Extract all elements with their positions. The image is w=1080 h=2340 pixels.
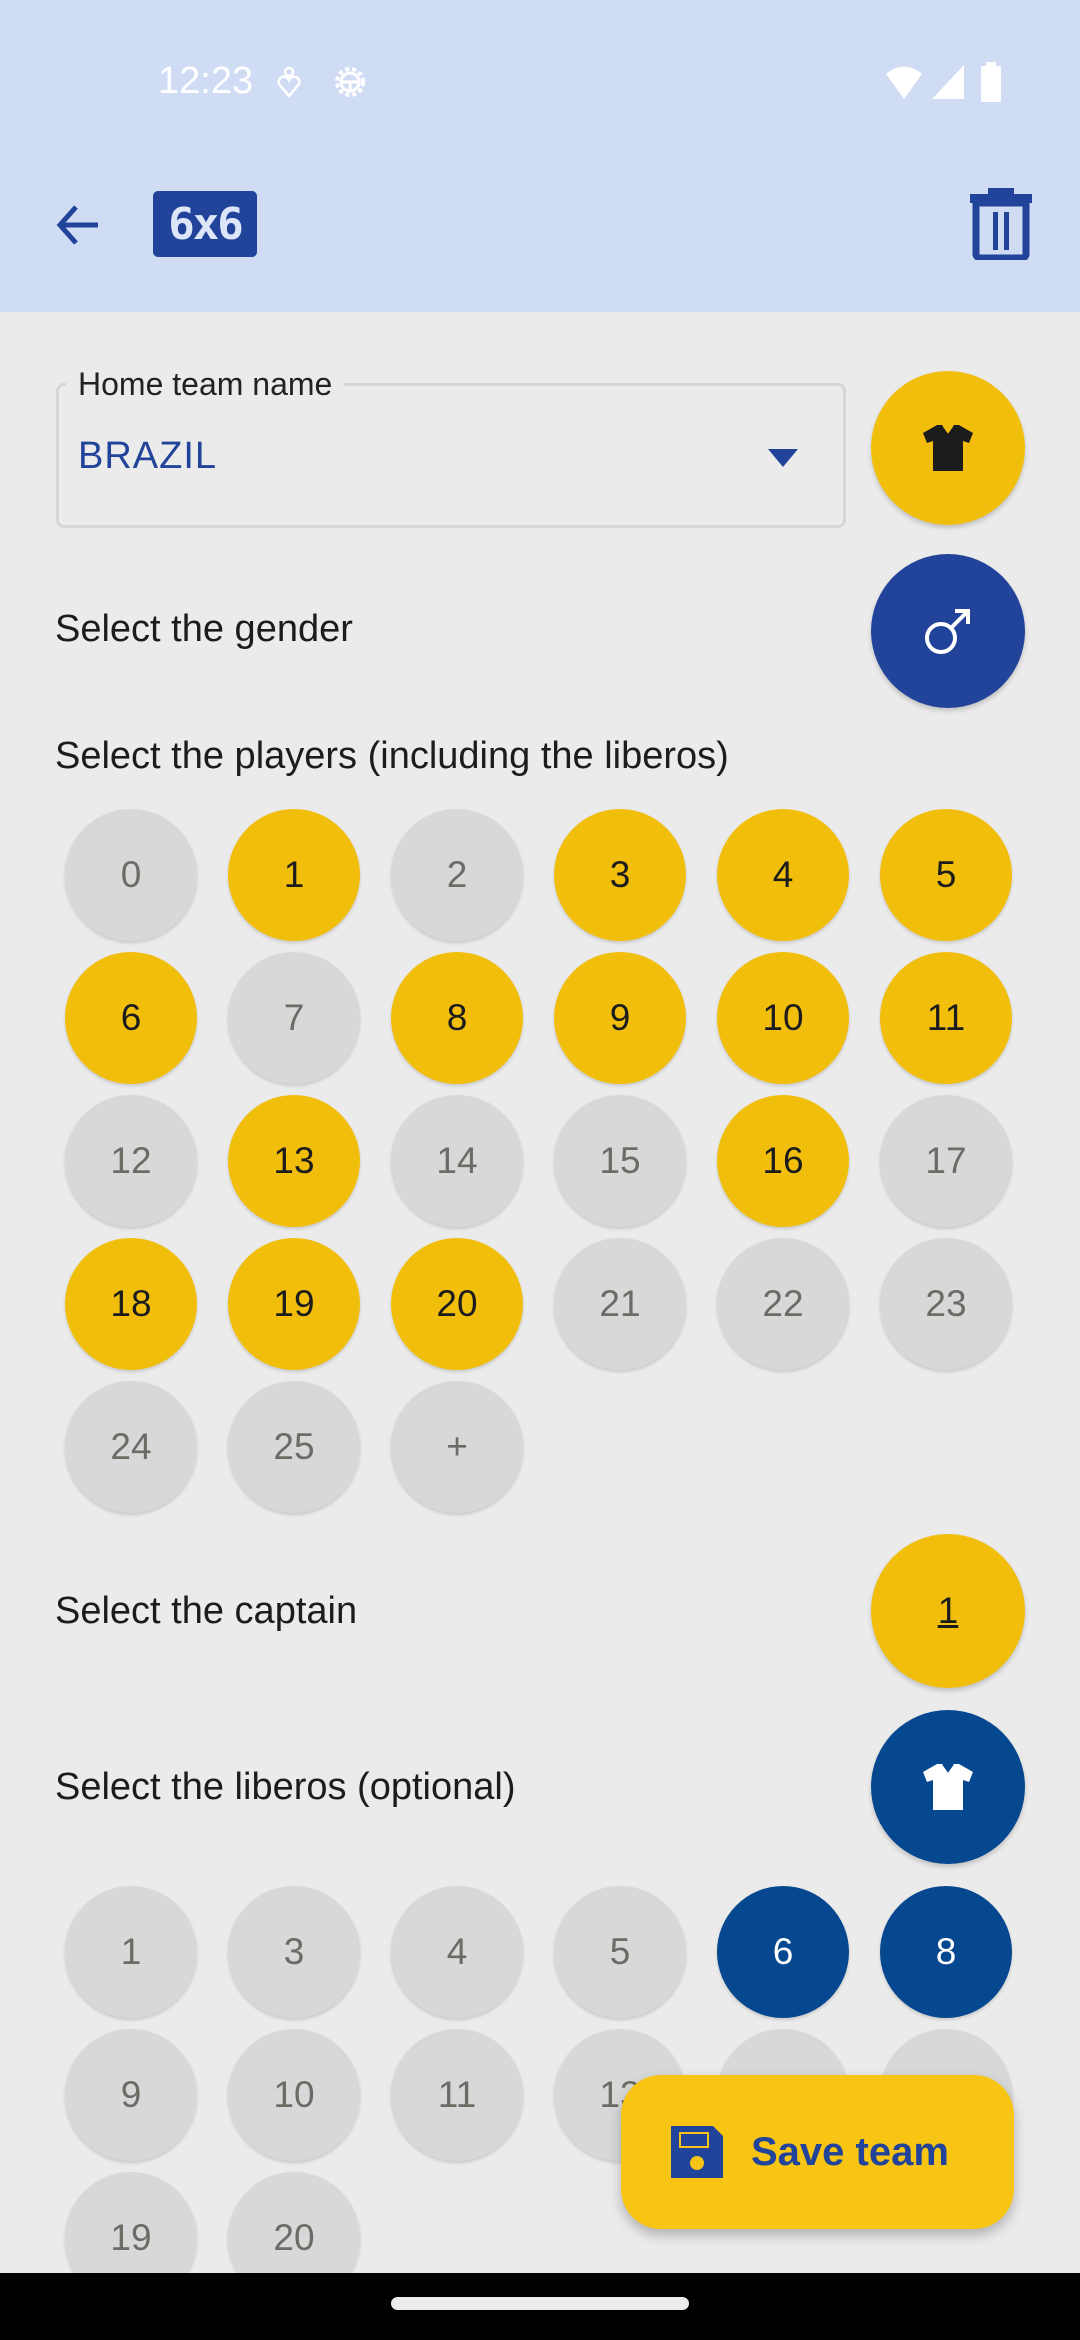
liberos-label: Select the liberos (optional) bbox=[55, 1766, 516, 1808]
libero-shirt-color-button[interactable] bbox=[871, 1710, 1025, 1864]
shirt-color-button[interactable] bbox=[871, 371, 1025, 525]
gender-label: Select the gender bbox=[55, 608, 353, 650]
libero-chip[interactable]: 5 bbox=[554, 1886, 686, 2018]
back-button[interactable] bbox=[50, 195, 110, 255]
player-chip[interactable]: 23 bbox=[880, 1238, 1012, 1370]
player-chip[interactable]: 15 bbox=[554, 1095, 686, 1227]
players-label: Select the players (including the libero… bbox=[55, 735, 729, 777]
libero-chip[interactable]: 11 bbox=[391, 2029, 523, 2161]
captain-label: Select the captain bbox=[55, 1590, 358, 1632]
libero-chip[interactable]: 8 bbox=[880, 1886, 1012, 2018]
player-chip[interactable]: 16 bbox=[717, 1095, 849, 1227]
player-chip[interactable]: 12 bbox=[65, 1095, 197, 1227]
libero-chip[interactable]: 6 bbox=[717, 1886, 849, 2018]
player-chip[interactable]: 24 bbox=[65, 1381, 197, 1513]
player-chip[interactable]: 22 bbox=[717, 1238, 849, 1370]
shirt-icon bbox=[923, 1763, 973, 1810]
player-chip[interactable]: 20 bbox=[391, 1238, 523, 1370]
settings-status-icon bbox=[335, 67, 365, 97]
signal-icon bbox=[932, 65, 964, 99]
save-team-label: Save team bbox=[751, 2129, 949, 2174]
battery-icon bbox=[981, 62, 1001, 102]
save-icon bbox=[671, 2126, 723, 2178]
trash-icon bbox=[970, 188, 1032, 260]
team-name-label: Home team name bbox=[66, 366, 345, 403]
libero-chip[interactable]: 9 bbox=[65, 2029, 197, 2161]
captain-button[interactable]: 1 bbox=[871, 1534, 1025, 1688]
player-chip[interactable]: 2 bbox=[391, 809, 523, 941]
player-chip[interactable]: 1 bbox=[228, 809, 360, 941]
player-chip[interactable]: 9 bbox=[554, 952, 686, 1084]
player-chip[interactable]: 17 bbox=[880, 1095, 1012, 1227]
player-chip[interactable]: 4 bbox=[717, 809, 849, 941]
libero-chip[interactable]: 10 bbox=[228, 2029, 360, 2161]
dropdown-arrow-icon[interactable] bbox=[768, 449, 798, 467]
player-chip[interactable]: 8 bbox=[391, 952, 523, 1084]
male-symbol-icon bbox=[925, 609, 970, 654]
player-chip[interactable]: 21 bbox=[554, 1238, 686, 1370]
app-bar: 12:23 6x6 bbox=[0, 0, 1080, 312]
player-chip[interactable]: + bbox=[391, 1381, 523, 1513]
player-chip[interactable]: 13 bbox=[228, 1095, 360, 1227]
player-chip[interactable]: 3 bbox=[554, 809, 686, 941]
arrow-back-icon bbox=[56, 205, 98, 245]
player-chip[interactable]: 18 bbox=[65, 1238, 197, 1370]
player-chip[interactable]: 5 bbox=[880, 809, 1012, 941]
status-time: 12:23 bbox=[158, 60, 254, 102]
team-name-value[interactable]: BRAZIL bbox=[78, 435, 217, 478]
player-chip[interactable]: 11 bbox=[880, 952, 1012, 1084]
libero-chip[interactable]: 3 bbox=[228, 1886, 360, 2018]
libero-chip[interactable]: 1 bbox=[65, 1886, 197, 2018]
libero-chip[interactable]: 4 bbox=[391, 1886, 523, 2018]
shirt-icon bbox=[923, 424, 973, 471]
wifi-icon bbox=[886, 66, 922, 99]
player-chip[interactable]: 25 bbox=[228, 1381, 360, 1513]
save-team-button[interactable]: Save team bbox=[621, 2075, 1014, 2229]
player-chip[interactable]: 6 bbox=[65, 952, 197, 1084]
app-logo: 6x6 bbox=[153, 191, 257, 257]
gender-button[interactable] bbox=[871, 554, 1025, 708]
player-chip[interactable]: 14 bbox=[391, 1095, 523, 1227]
player-chip[interactable]: 19 bbox=[228, 1238, 360, 1370]
player-chip[interactable]: 10 bbox=[717, 952, 849, 1084]
player-chip[interactable]: 0 bbox=[65, 809, 197, 941]
player-chip[interactable]: 7 bbox=[228, 952, 360, 1084]
home-gesture-handle[interactable] bbox=[391, 2297, 689, 2310]
notification-icon bbox=[277, 66, 301, 98]
delete-button[interactable] bbox=[968, 188, 1034, 260]
